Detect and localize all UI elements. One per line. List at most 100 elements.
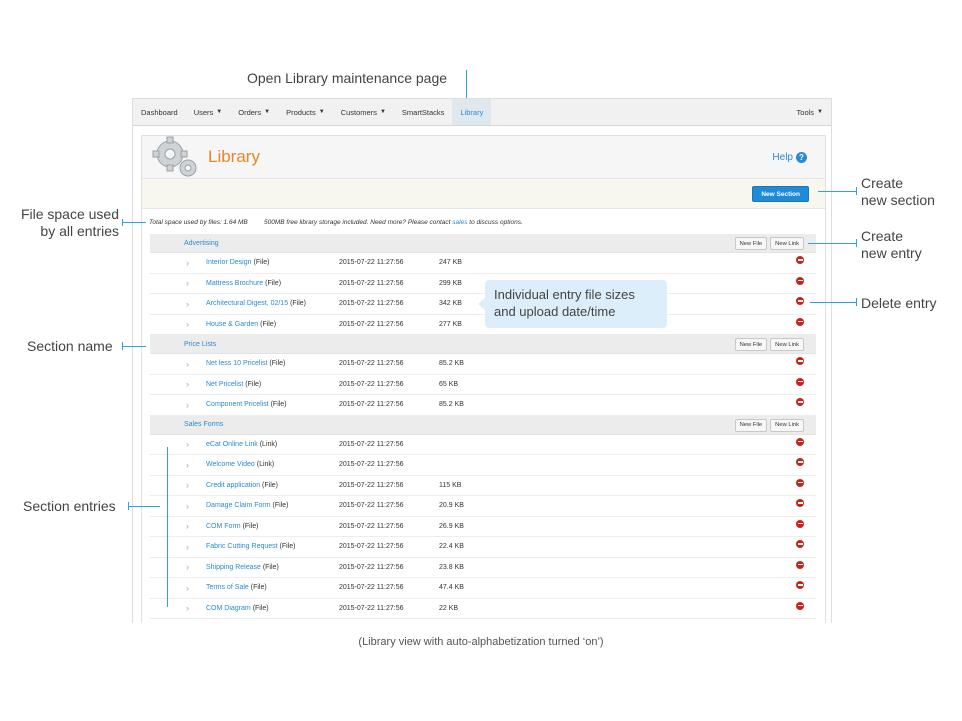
chevron-right-icon[interactable]: › <box>186 542 194 552</box>
delete-icon[interactable] <box>796 560 804 569</box>
section-name[interactable]: Advertising <box>184 240 219 247</box>
entry-link[interactable]: Damage Claim Form <box>206 502 271 509</box>
entry-link[interactable]: Welcome Video <box>206 461 255 468</box>
chevron-right-icon[interactable]: › <box>186 359 194 369</box>
entry-link[interactable]: Interior Design <box>206 259 252 266</box>
entry-link[interactable]: Net Pricelist <box>206 381 243 388</box>
entry-link[interactable]: Credit application <box>206 482 260 489</box>
entry-link[interactable]: eCat Online Link <box>206 441 258 448</box>
nav-item-products[interactable]: Products ▼ <box>278 99 333 125</box>
entry-size: 247 KB <box>439 259 462 267</box>
delete-icon[interactable] <box>796 377 804 386</box>
entry-link[interactable]: Architectural Digest, 02/15 <box>206 300 288 307</box>
entry-row: › Fabric Cutting Request (File) 2015-07-22… <box>150 537 816 558</box>
annotation-create-entry-line2: new entry <box>861 245 922 261</box>
new-link-button[interactable]: New Link <box>770 237 804 250</box>
entry-link[interactable]: COM Form <box>206 523 241 530</box>
chevron-right-icon[interactable]: › <box>186 501 194 511</box>
entry-link[interactable]: Terms of Sale <box>206 584 249 591</box>
nav-item-label: Users <box>193 107 214 117</box>
chevron-right-icon[interactable]: › <box>186 521 194 531</box>
chevron-right-icon[interactable]: › <box>186 258 194 268</box>
chevron-right-icon[interactable]: › <box>186 460 194 470</box>
annotation-create-entry-line1: Create <box>861 228 904 244</box>
nav-item-dashboard[interactable]: Dashboard <box>133 99 186 125</box>
entry-row: › Net Pricelist (File) 2015-07-22 11:27:56… <box>150 375 816 395</box>
nav-item-smartstacks[interactable]: SmartStacks <box>394 99 453 125</box>
chevron-right-icon[interactable]: › <box>186 583 194 593</box>
nav-item-label: Customers <box>340 107 377 117</box>
delete-icon[interactable] <box>796 581 804 589</box>
entry-name: Damage Claim Form (File) <box>206 502 339 509</box>
panel-toolbar: New Section <box>142 179 825 209</box>
entry-type: (File) <box>290 300 307 308</box>
new-section-button[interactable]: New Section <box>752 186 809 202</box>
new-link-button[interactable]: New Link <box>770 338 804 351</box>
chevron-right-icon[interactable]: › <box>186 603 194 613</box>
delete-icon[interactable] <box>796 398 804 406</box>
delete-icon[interactable] <box>796 478 804 487</box>
entry-link[interactable]: Fabric Cutting Request <box>206 543 278 550</box>
entry-type: (File) <box>253 259 270 267</box>
entry-date: 2015-07-22 11:27:56 <box>339 279 404 287</box>
delete-icon[interactable] <box>796 458 804 466</box>
nav-item-tools[interactable]: Tools ▼ <box>789 99 831 125</box>
section-name[interactable]: Price Lists <box>184 341 216 348</box>
entry-link[interactable]: Net less 10 Pricelist <box>206 360 267 367</box>
entry-name: Interior Design (File) <box>206 259 339 266</box>
annotation-file-space: File space used by all entries <box>12 206 119 240</box>
entry-link[interactable]: Mattress Brochure <box>206 280 263 287</box>
delete-icon[interactable] <box>796 256 804 264</box>
new-file-button[interactable]: New File <box>734 237 768 250</box>
chevron-right-icon[interactable]: › <box>186 278 194 288</box>
section-actions: New File New Link <box>734 418 804 432</box>
section-name[interactable]: Sales Forms <box>184 421 223 428</box>
nav-item-library[interactable]: Library <box>452 99 492 125</box>
nav-item-label: Orders <box>238 107 262 117</box>
annotation-create-section-line1: Create <box>861 175 904 191</box>
nav-item-orders[interactable]: Orders ▼ <box>230 99 278 125</box>
new-file-button[interactable]: New File <box>734 418 768 432</box>
help-link[interactable]: Help ? <box>772 152 807 163</box>
delete-icon[interactable] <box>796 519 804 528</box>
entry-link[interactable]: Component Pricelist <box>206 401 269 408</box>
entry-size: 22 KB <box>439 604 459 612</box>
chevron-right-icon[interactable]: › <box>186 299 194 309</box>
annotation-bracket <box>856 298 857 306</box>
annotation-delete-entry: Delete entry <box>861 295 937 311</box>
new-link-button[interactable]: New Link <box>770 418 804 432</box>
chevron-right-icon[interactable]: › <box>186 400 194 410</box>
nav-item-users[interactable]: Users ▼ <box>186 99 231 125</box>
entry-type: (File) <box>260 320 277 328</box>
chevron-right-icon[interactable]: › <box>186 480 194 490</box>
entry-type: (File) <box>250 584 267 592</box>
callout-line-2: and upload date/time <box>494 304 616 319</box>
entry-link[interactable]: House & Garden <box>206 321 258 328</box>
annotation-line <box>818 191 856 192</box>
chevron-right-icon[interactable]: › <box>186 562 194 572</box>
chevron-right-icon[interactable]: › <box>186 439 194 449</box>
entry-link[interactable]: COM Diagram <box>206 605 251 612</box>
delete-icon[interactable] <box>796 357 804 365</box>
nav-item-customers[interactable]: Customers ▼ <box>333 99 394 125</box>
new-file-button[interactable]: New File <box>734 338 768 351</box>
entry-date: 2015-07-22 11:27:56 <box>339 401 404 409</box>
annotation-line <box>810 302 856 303</box>
entry-name: COM Form (File) <box>206 523 339 530</box>
delete-icon[interactable] <box>796 601 804 610</box>
entry-row: › eCat Online Link (Link) 2015-07-22 11:27… <box>150 435 816 455</box>
entry-row: › Net less 10 Pricelist (File) 2015-07-22 … <box>150 354 816 375</box>
entry-type: (File) <box>272 502 289 510</box>
delete-icon[interactable] <box>796 499 804 507</box>
entry-size: 65 KB <box>439 380 459 388</box>
chevron-right-icon[interactable]: › <box>186 319 194 329</box>
delete-icon[interactable] <box>796 276 804 285</box>
delete-icon[interactable] <box>796 437 804 446</box>
entry-link[interactable]: Shipping Release <box>206 564 261 571</box>
entry-row: › Damage Claim Form (File) 2015-07-22 11:2… <box>150 496 816 517</box>
delete-icon[interactable] <box>796 297 804 305</box>
delete-icon[interactable] <box>796 317 804 326</box>
sales-link[interactable]: sales <box>452 219 467 226</box>
delete-icon[interactable] <box>796 540 804 548</box>
chevron-right-icon[interactable]: › <box>186 379 194 389</box>
